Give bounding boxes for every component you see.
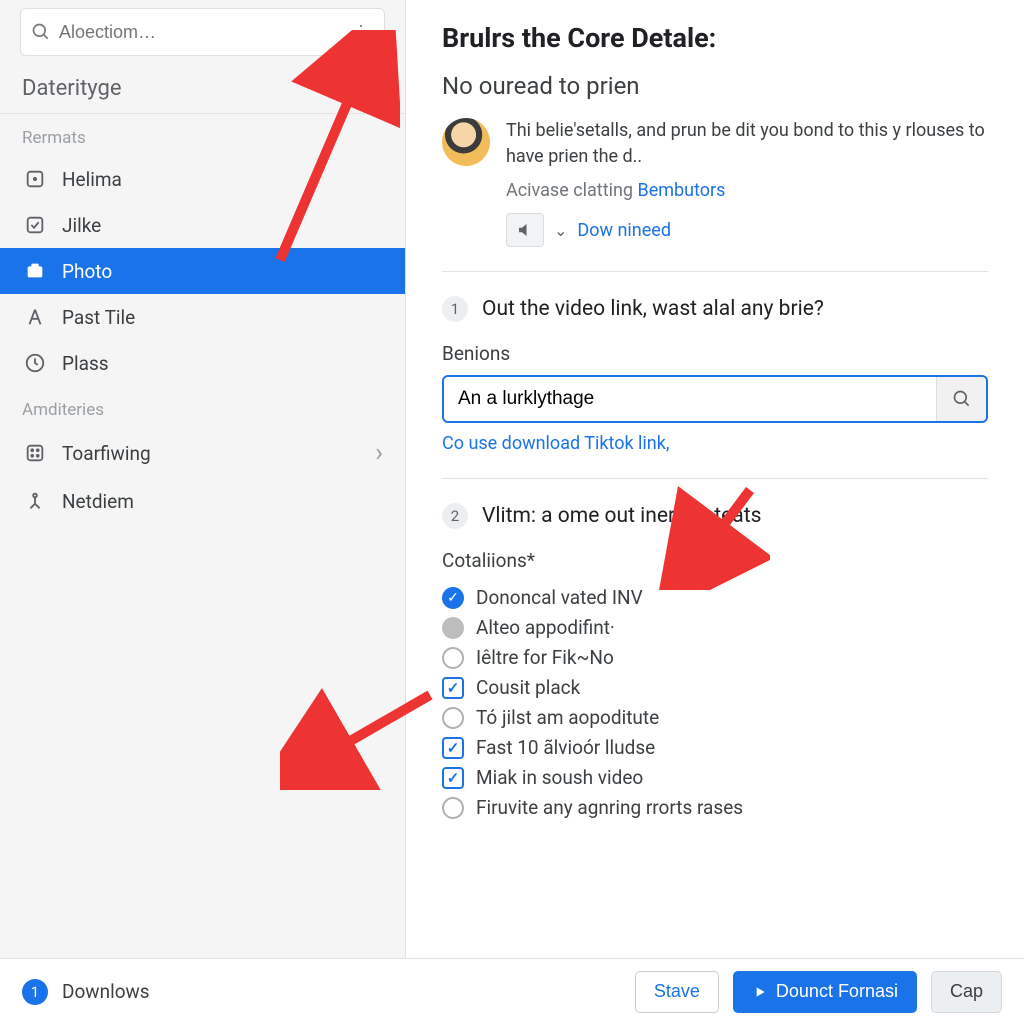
option-label: Fast 10 ãlvioór lludse (476, 736, 655, 759)
adjust-icon[interactable]: ⋮ (348, 22, 374, 43)
option-label: Miak in soush video (476, 766, 643, 789)
divider (442, 271, 988, 272)
field-label-benions: Benions (442, 342, 988, 365)
step-2-text: Vlitm: a ome out inera beteats (482, 504, 761, 528)
sidebar-item-photo[interactable]: Photo (0, 248, 405, 294)
cap-button[interactable]: Cap (931, 971, 1002, 1013)
benions-input[interactable] (444, 377, 936, 421)
sidebar-item-label: Plass (62, 352, 109, 375)
sidebar-group-amditeries: Amditeries (0, 386, 405, 428)
search-icon (952, 389, 972, 409)
option-row[interactable]: Iêltre for Fik~No (442, 646, 988, 669)
page-subtitle: No ouread to prien (442, 72, 988, 100)
search-icon (31, 22, 51, 42)
intro-text: Thi belie'setalls, and prun be dit you b… (506, 118, 988, 170)
sidebar-item-label: Photo (62, 260, 112, 283)
geometry-icon (22, 488, 48, 514)
sidebar: ⋮ Daterityge Rermats Helima Jilke Photo … (0, 0, 406, 958)
sidebar-item-netdiem[interactable]: Netdiem (0, 478, 405, 524)
page-title: Brulrs the Core Detale: (442, 22, 988, 54)
field-label-cotaliions: Cotaliions* (442, 549, 988, 572)
step-badge: 1 (442, 296, 468, 322)
sidebar-item-helima[interactable]: Helima (0, 156, 405, 202)
sidebar-item-label: Toarfiwing (62, 442, 151, 465)
step-2: 2 Vlitm: a ome out inera beteats (442, 503, 988, 529)
sidebar-item-jilke[interactable]: Jilke (0, 202, 405, 248)
sidebar-item-plass[interactable]: Plass (0, 340, 405, 386)
option-row[interactable]: Dononcal vated INV (442, 586, 988, 609)
radio-icon[interactable] (442, 647, 464, 669)
sidebar-item-toarfiwing[interactable]: Toarfiwing › (0, 428, 405, 478)
intro-sub-prefix: Acivase clatting (506, 180, 637, 201)
square-icon (22, 166, 48, 192)
compass-icon (22, 350, 48, 376)
search-input[interactable] (51, 22, 348, 43)
chevron-down-icon[interactable]: ⌄ (554, 221, 567, 240)
checkbox-checked-icon[interactable] (442, 767, 464, 789)
sidebar-group-rermats: Rermats (0, 114, 405, 156)
primary-action-label: Dounct Fornasi (776, 981, 898, 1002)
radio-checked-icon[interactable] (442, 587, 464, 609)
sidebar-item-label: Helima (62, 168, 122, 191)
intro-block: Thi belie'setalls, and prun be dit you b… (442, 118, 988, 247)
grid-icon (22, 440, 48, 466)
option-label: Iêltre for Fik~No (476, 646, 614, 669)
primary-action-button[interactable]: Dounct Fornasi (733, 971, 917, 1013)
check-square-icon (22, 212, 48, 238)
option-label: Alteo appodifint· (476, 616, 615, 639)
footer-count-badge: 1 (22, 979, 48, 1005)
main-content: Brulrs the Core Detale: No ouread to pri… (406, 0, 1024, 958)
footer-label: Downlows (62, 980, 150, 1003)
checkbox-checked-icon[interactable] (442, 677, 464, 699)
font-icon (22, 304, 48, 330)
sidebar-item-label: Jilke (62, 214, 101, 237)
radio-icon[interactable] (442, 797, 464, 819)
radio-disabled-icon[interactable] (442, 617, 464, 639)
option-row[interactable]: Tó jilst am aopoditute (442, 706, 988, 729)
intro-sub-link[interactable]: Bembutors (637, 180, 725, 201)
search-box[interactable]: ⋮ (20, 8, 385, 56)
benions-input-row[interactable] (442, 375, 988, 423)
play-icon (752, 984, 768, 1000)
step-badge: 2 (442, 503, 468, 529)
option-label: Cousit plack (476, 676, 580, 699)
speaker-icon (516, 221, 534, 239)
input-search-button[interactable] (936, 377, 986, 421)
option-row[interactable]: Alteo appodifint· (442, 616, 988, 639)
photo-icon (22, 258, 48, 284)
option-row[interactable]: Cousit plack (442, 676, 988, 699)
options-list: Dononcal vated INV Alteo appodifint· Iêl… (442, 586, 988, 819)
avatar (442, 118, 490, 166)
option-label: Tó jilst am aopoditute (476, 706, 659, 729)
option-row[interactable]: Miak in soush video (442, 766, 988, 789)
radio-icon[interactable] (442, 707, 464, 729)
option-row[interactable]: Fast 10 ãlvioór lludse (442, 736, 988, 759)
sidebar-item-past-tile[interactable]: Past Tile (0, 294, 405, 340)
sound-button[interactable] (506, 213, 544, 247)
divider (442, 478, 988, 479)
sidebar-item-label: Past Tile (62, 306, 135, 329)
save-button[interactable]: Stave (635, 971, 719, 1013)
hint-link[interactable]: Co use download Tiktok link, (442, 433, 669, 454)
intro-sub: Acivase clatting Bembutors (506, 180, 988, 201)
checkbox-checked-icon[interactable] (442, 737, 464, 759)
step-1: 1 Out the video link, wast alal any brie… (442, 296, 988, 322)
sidebar-item-label: Netdiem (62, 490, 134, 513)
option-label: Dononcal vated INV (476, 586, 643, 609)
sidebar-section-title: Daterityge (0, 68, 405, 113)
footer-bar: 1 Downlows Stave Dounct Fornasi Cap (0, 958, 1024, 1024)
option-row[interactable]: Firuvite any agnring rrorts rases (442, 796, 988, 819)
intro-action-link[interactable]: Dow nineed (577, 220, 671, 241)
option-label: Firuvite any agnring rrorts rases (476, 796, 743, 819)
chevron-right-icon: › (375, 438, 383, 468)
step-1-text: Out the video link, wast alal any brie? (482, 297, 824, 321)
